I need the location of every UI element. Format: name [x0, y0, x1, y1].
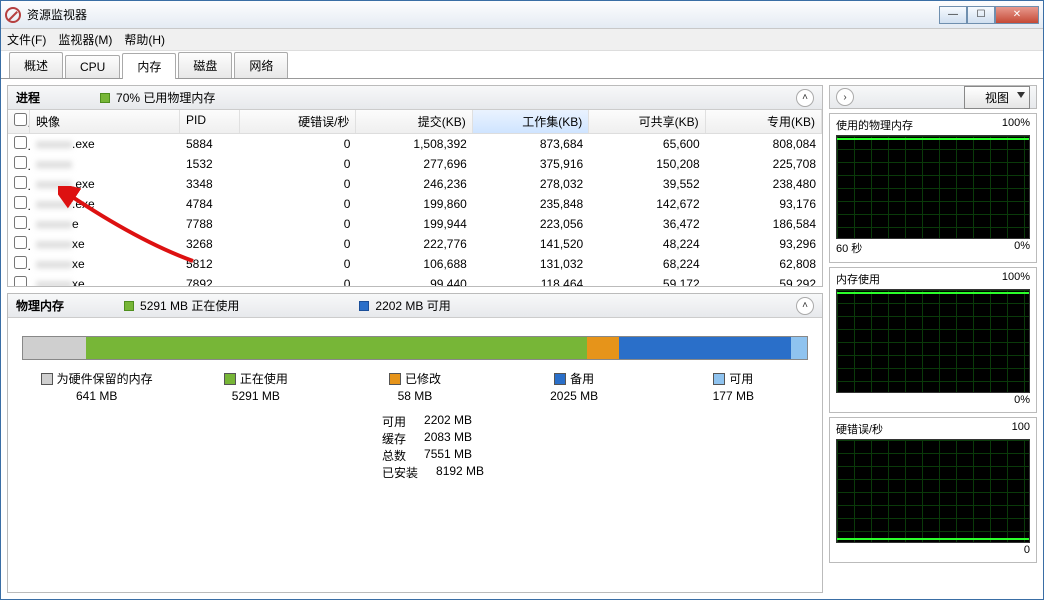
graph-min: 0%: [1014, 394, 1030, 406]
phys-inuse-indicator: 5291 MB 正在使用: [124, 297, 239, 314]
graph-canvas: [836, 289, 1030, 393]
legend-standby-label: 备用: [570, 370, 594, 387]
tab-memory[interactable]: 内存: [122, 53, 176, 79]
graph-panel: 使用的物理内存 100% 60 秒 0%: [829, 113, 1037, 263]
tabbar: 概述 CPU 内存 磁盘 网络: [1, 51, 1043, 79]
col-shareable[interactable]: 可共享(KB): [589, 110, 705, 133]
col-pid[interactable]: PID: [180, 110, 240, 133]
graph-max: 100%: [1002, 117, 1030, 133]
process-table-body[interactable]: xxxxxx.exe 5884 0 1,508,392 873,684 65,6…: [8, 134, 822, 286]
table-row[interactable]: xxxxxxxe 3268 0 222,776 141,520 48,224 9…: [8, 234, 822, 254]
collapse-phys-icon[interactable]: ˄: [796, 297, 814, 315]
view-dropdown[interactable]: 视图: [964, 86, 1030, 109]
collapse-process-icon[interactable]: ˄: [796, 89, 814, 107]
row-checkbox[interactable]: [14, 256, 27, 269]
collapse-graphs-icon[interactable]: ›: [836, 88, 854, 106]
menu-monitor[interactable]: 监视器(M): [58, 31, 112, 48]
physical-memory-panel: 物理内存 5291 MB 正在使用 2202 MB 可用 ˄: [7, 293, 823, 593]
menubar: 文件(F) 监视器(M) 帮助(H): [1, 29, 1043, 51]
memory-composition-bar: [22, 336, 808, 360]
stat-installed-k: 已安装: [382, 464, 418, 481]
stat-avail-v: 2202 MB: [424, 413, 472, 430]
table-row[interactable]: xxxxxx.exe 4784 0 199,860 235,848 142,67…: [8, 194, 822, 214]
table-row[interactable]: xxxxxx.exe 5884 0 1,508,392 873,684 65,6…: [8, 134, 822, 154]
graph-min: 0: [1024, 544, 1030, 556]
phys-avail-indicator: 2202 MB 可用: [359, 297, 450, 314]
stat-installed-v: 8192 MB: [436, 464, 484, 481]
table-row[interactable]: xxxxxx.exe 3348 0 246,236 278,032 39,552…: [8, 174, 822, 194]
graph-canvas: [836, 439, 1030, 543]
phys-panel-title: 物理内存: [16, 297, 64, 314]
table-row[interactable]: xxxxxxxe 7892 0 99,440 118,464 59,172 59…: [8, 274, 822, 286]
window-title: 资源监视器: [27, 6, 87, 23]
menu-file[interactable]: 文件(F): [7, 31, 46, 48]
stat-avail-k: 可用: [382, 413, 406, 430]
legend-modified-label: 已修改: [405, 370, 441, 387]
row-checkbox[interactable]: [14, 136, 27, 149]
legend-hw-value: 641 MB: [76, 389, 117, 403]
memory-stats: 可用 2202 MB 缓存 2083 MB 总数 7551 MB 已安装 8192 MB: [382, 413, 808, 481]
menu-help[interactable]: 帮助(H): [124, 31, 165, 48]
legend-inuse-value: 5291 MB: [232, 389, 280, 403]
col-image[interactable]: 映像: [30, 110, 180, 133]
col-commit[interactable]: 提交(KB): [356, 110, 472, 133]
row-checkbox[interactable]: [14, 156, 27, 169]
phys-avail-label: 2202 MB 可用: [375, 297, 450, 314]
graph-panel: 硬错误/秒 100 0: [829, 417, 1037, 563]
graph-panel: 内存使用 100% 0%: [829, 267, 1037, 413]
process-panel: 进程 70% 已用物理内存 ˄ 映像 PID 硬错误/秒 提交(KB) 工作集(…: [7, 85, 823, 287]
select-all-checkbox[interactable]: [14, 113, 27, 126]
graph-min: 0%: [1014, 240, 1030, 256]
graph-canvas: [836, 135, 1030, 239]
app-window: 资源监视器 — ☐ ✕ 文件(F) 监视器(M) 帮助(H) 概述 CPU 内存…: [0, 0, 1044, 600]
col-working-set[interactable]: 工作集(KB): [473, 110, 589, 133]
legend-modified-value: 58 MB: [398, 389, 433, 403]
tab-cpu[interactable]: CPU: [65, 55, 120, 78]
process-panel-title: 进程: [16, 89, 40, 106]
table-row[interactable]: xxxxxxxe 5812 0 106,688 131,032 68,224 6…: [8, 254, 822, 274]
graph-title: 内存使用: [836, 271, 880, 287]
stat-cached-v: 2083 MB: [424, 430, 472, 447]
app-icon: [5, 7, 21, 23]
legend-free-label: 可用: [729, 370, 753, 387]
col-private[interactable]: 专用(KB): [706, 110, 822, 133]
graph-title: 硬错误/秒: [836, 421, 883, 437]
titlebar[interactable]: 资源监视器 — ☐ ✕: [1, 1, 1043, 29]
legend-standby-value: 2025 MB: [550, 389, 598, 403]
graphs-header: › 视图: [829, 85, 1037, 109]
tab-disk[interactable]: 磁盘: [178, 52, 232, 78]
row-checkbox[interactable]: [14, 216, 27, 229]
stat-cached-k: 缓存: [382, 430, 406, 447]
legend-inuse-label: 正在使用: [240, 370, 288, 387]
tab-network[interactable]: 网络: [234, 52, 288, 78]
tab-overview[interactable]: 概述: [9, 52, 63, 78]
phys-inuse-label: 5291 MB 正在使用: [140, 297, 239, 314]
graph-max: 100%: [1002, 271, 1030, 287]
row-checkbox[interactable]: [14, 196, 27, 209]
legend-hw-label: 为硬件保留的内存: [57, 370, 153, 387]
stat-total-v: 7551 MB: [424, 447, 472, 464]
minimize-button[interactable]: —: [939, 6, 967, 24]
row-checkbox[interactable]: [14, 276, 27, 286]
row-checkbox[interactable]: [14, 236, 27, 249]
process-table-header: 映像 PID 硬错误/秒 提交(KB) 工作集(KB) 可共享(KB) 专用(K…: [8, 110, 822, 134]
graph-title: 使用的物理内存: [836, 117, 913, 133]
table-row[interactable]: xxxxxxe 7788 0 199,944 223,056 36,472 18…: [8, 214, 822, 234]
row-checkbox[interactable]: [14, 176, 27, 189]
process-usage-indicator: 70% 已用物理内存: [100, 89, 215, 106]
col-hard-faults[interactable]: 硬错误/秒: [240, 110, 356, 133]
close-button[interactable]: ✕: [995, 6, 1039, 24]
stat-total-k: 总数: [382, 447, 406, 464]
graph-xlabel: 60 秒: [836, 240, 862, 256]
memory-legend: 为硬件保留的内存 641 MB 正在使用 5291 MB 已修改 58 MB 备用 20…: [22, 370, 808, 403]
maximize-button[interactable]: ☐: [967, 6, 995, 24]
graph-max: 100: [1012, 421, 1030, 437]
table-row[interactable]: xxxxxx 1532 0 277,696 375,916 150,208 22…: [8, 154, 822, 174]
legend-free-value: 177 MB: [713, 389, 754, 403]
process-usage-label: 70% 已用物理内存: [116, 89, 215, 106]
